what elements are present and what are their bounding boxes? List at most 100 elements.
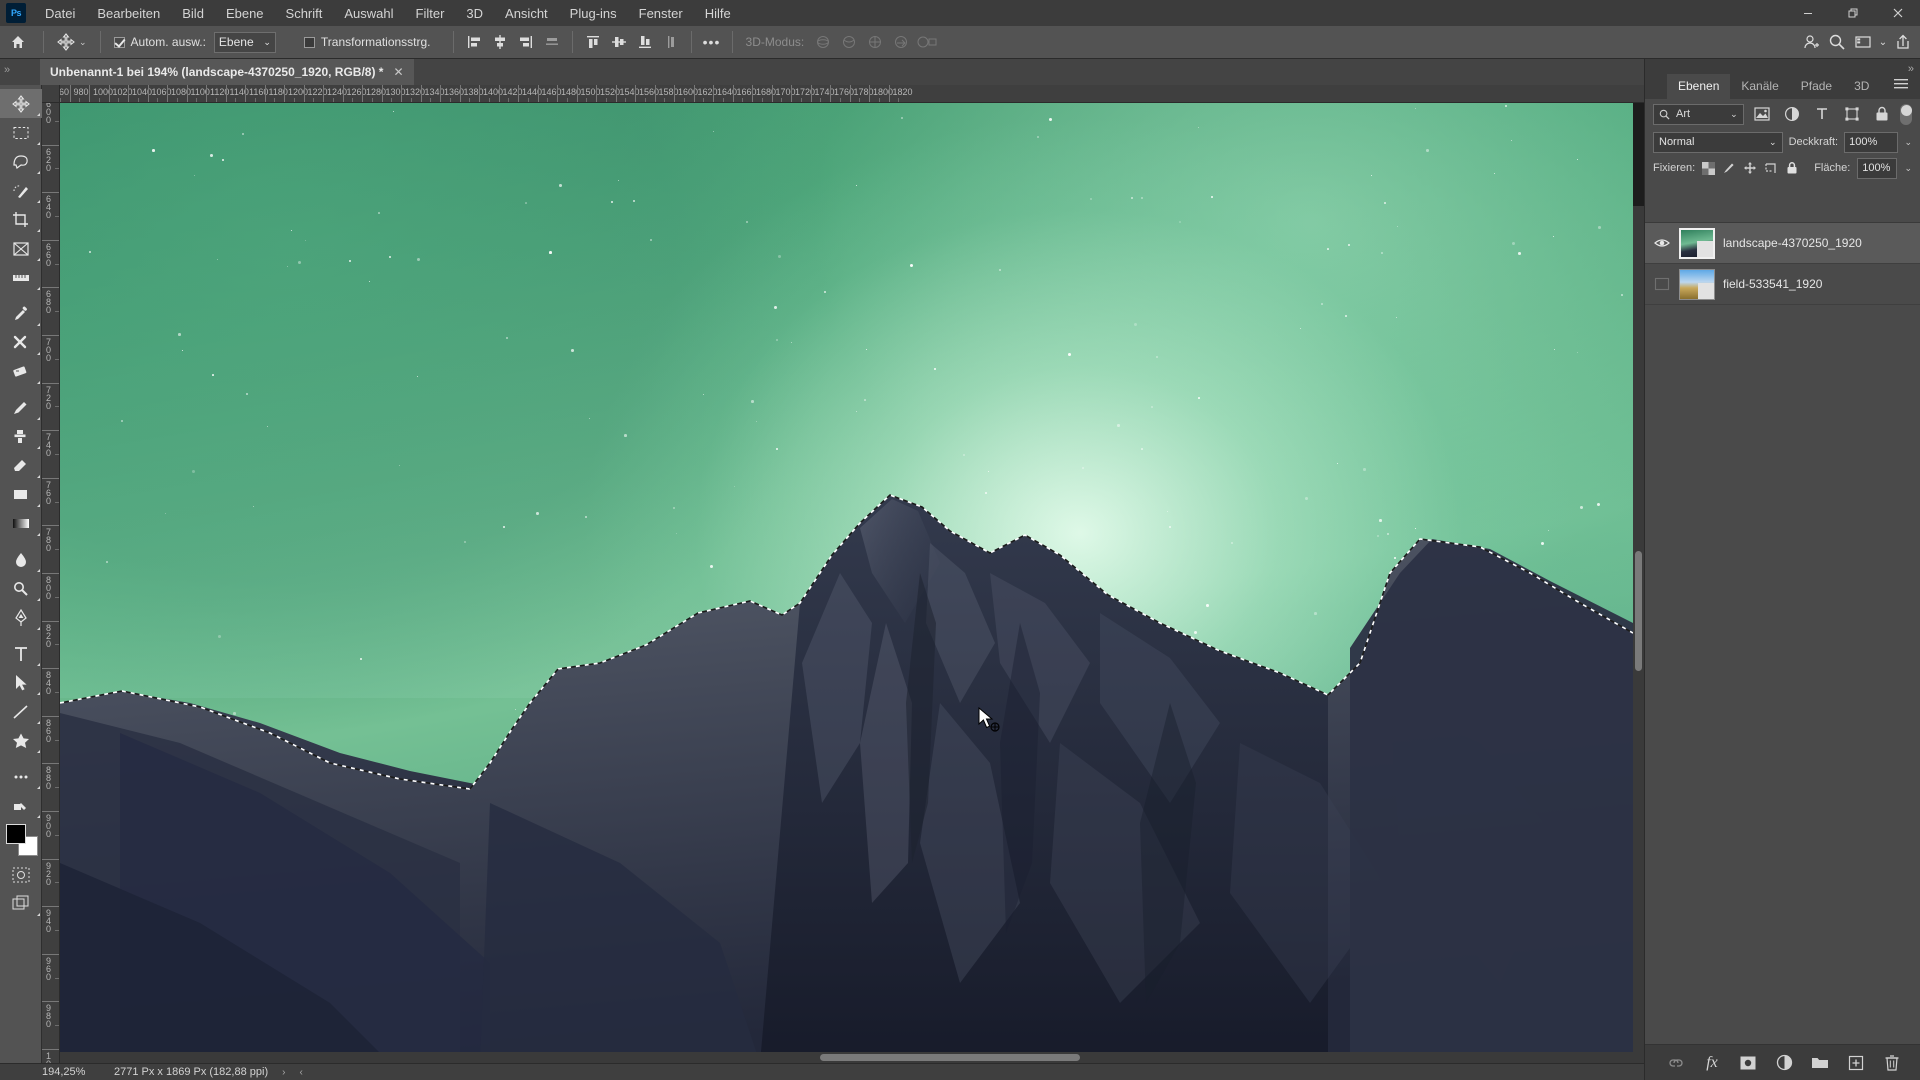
adjustment-layer-filter-icon[interactable] [1780,103,1804,125]
lasso-tool-icon[interactable] [0,147,42,176]
status-prev-icon[interactable]: ‹ [299,1067,302,1078]
chevron-down-icon[interactable]: ⌄ [1904,137,1912,148]
eraser-tool-icon[interactable] [0,451,42,480]
hand-tool-icon[interactable] [0,791,42,820]
status-next-icon[interactable]: › [282,1067,285,1078]
path-selection-tool-icon[interactable] [0,668,42,697]
tab-ebenen[interactable]: Ebenen [1667,74,1731,99]
menu-item-bearbeiten[interactable]: Bearbeiten [86,2,171,25]
vertical-ruler[interactable]: 6006206406606807007207407607808008208408… [42,103,60,1063]
add-layer-mask-icon[interactable] [1738,1053,1758,1073]
align-center-horizontal-icon[interactable] [487,30,513,54]
share-icon[interactable] [1890,30,1916,54]
menu-item-schrift[interactable]: Schrift [275,2,334,25]
layer-style-fx-icon[interactable]: fx [1702,1053,1722,1073]
gradient-tool-icon[interactable] [0,480,42,509]
line-tool-icon[interactable] [0,697,42,726]
blur-tool-icon[interactable] [0,545,42,574]
close-icon[interactable]: ✕ [393,65,403,79]
auto-select-checkbox[interactable] [113,36,125,48]
layer-visibility-icon[interactable] [1653,234,1671,252]
dodge-tool-icon[interactable] [0,574,42,603]
measure-tool-icon[interactable] [0,263,42,292]
layer-thumbnail[interactable] [1679,268,1715,300]
frame-tool-icon[interactable] [0,234,42,263]
menu-item-datei[interactable]: Datei [34,2,86,25]
pixel-layer-filter-icon[interactable] [1750,103,1774,125]
patch-tool-icon[interactable] [0,357,42,386]
menu-item-auswahl[interactable]: Auswahl [333,2,404,25]
more-options-icon[interactable]: ••• [699,30,725,54]
edit-toolbar-icon[interactable] [0,762,42,791]
canvas-area[interactable] [60,103,1644,1063]
new-adjustment-layer-icon[interactable] [1774,1053,1794,1073]
layer-row[interactable]: field-533541_1920 [1645,264,1920,305]
chevron-down-icon[interactable]: ⌄ [1904,163,1912,174]
link-layers-icon[interactable] [1666,1053,1686,1073]
transform-controls-checkbox[interactable] [303,36,315,48]
fill-field[interactable]: 100% [1857,157,1898,179]
home-icon[interactable] [0,26,36,59]
transform-controls-option[interactable]: Transformationsstrg. [298,35,437,49]
type-tool-icon[interactable] [0,639,42,668]
eyedropper-tool-icon[interactable] [0,299,42,328]
type-layer-filter-icon[interactable] [1810,103,1834,125]
menu-item-hilfe[interactable]: Hilfe [694,2,742,25]
lock-image-icon[interactable] [1722,159,1736,177]
tab-pfade[interactable]: Pfade [1790,74,1843,99]
canvas-horizontal-scrollbar[interactable] [60,1052,1644,1063]
layer-visibility-icon[interactable] [1653,275,1671,293]
distribute-horizontal-icon[interactable] [539,30,565,54]
chevron-down-icon[interactable]: ⌄ [1876,30,1890,54]
horizontal-ruler[interactable]: 9609801000102010401060108011001120114011… [60,85,1644,103]
auto-select-dropdown[interactable]: Ebene ⌄ [213,31,276,53]
color-swatches[interactable] [0,820,42,860]
minimize-button[interactable] [1785,0,1830,26]
menu-item-fenster[interactable]: Fenster [628,2,694,25]
filter-toggle[interactable] [1899,103,1912,125]
opacity-field[interactable]: 100% [1844,131,1899,153]
object-selection-tool-icon[interactable] [0,176,42,205]
healing-brush-tool-icon[interactable] [0,328,42,357]
move-tool-icon[interactable]: ⌄ [51,33,93,51]
ruler-corner[interactable] [42,85,60,103]
new-group-icon[interactable] [1810,1053,1830,1073]
layer-list[interactable]: landscape-4370250_1920 field-533541_1920 [1645,222,1920,1044]
vertical-scrollbar-thumb[interactable] [1635,551,1642,671]
move-tool-icon[interactable] [0,89,42,118]
crop-tool-icon[interactable] [0,205,42,234]
search-icon[interactable] [1824,30,1850,54]
zoom-level[interactable]: 194,25% [42,1066,100,1078]
align-right-icon[interactable] [513,30,539,54]
restore-button[interactable] [1830,0,1875,26]
shape-layer-filter-icon[interactable] [1840,103,1864,125]
clone-stamp-tool-icon[interactable] [0,422,42,451]
gradient-swatch-icon[interactable] [0,509,42,538]
rectangular-marquee-tool-icon[interactable] [0,118,42,147]
lock-all-icon[interactable] [1785,159,1799,177]
layer-row[interactable]: landscape-4370250_1920 [1645,223,1920,264]
quick-mask-icon[interactable] [0,860,42,889]
layer-thumbnail[interactable] [1679,227,1715,259]
align-top-icon[interactable] [580,30,606,54]
new-layer-icon[interactable] [1846,1053,1866,1073]
menu-item-filter[interactable]: Filter [405,2,456,25]
layer-kind-filter[interactable]: Art ⌄ [1653,103,1744,125]
menu-item-3d[interactable]: 3D [455,2,494,25]
document-tab[interactable]: Unbenannt-1 bei 194% (landscape-4370250_… [40,59,414,85]
align-bottom-icon[interactable] [632,30,658,54]
canvas-vertical-scrollbar[interactable] [1633,206,1644,1063]
workspace-icon[interactable] [1850,30,1876,54]
close-button[interactable] [1875,0,1920,26]
screen-mode-icon[interactable] [0,889,42,918]
smart-object-filter-icon[interactable] [1870,103,1894,125]
chevron-down-icon[interactable]: ⌄ [79,37,87,48]
auto-select-option[interactable]: Autom. ausw.: Ebene ⌄ [108,31,282,53]
brush-tool-icon[interactable] [0,393,42,422]
lock-artboard-icon[interactable] [1764,159,1778,177]
align-left-icon[interactable] [461,30,487,54]
blend-mode-dropdown[interactable]: Normal ⌄ [1653,131,1783,153]
lock-position-icon[interactable] [1743,159,1757,177]
menu-item-bild[interactable]: Bild [171,2,215,25]
horizontal-scrollbar-thumb[interactable] [820,1054,1080,1061]
